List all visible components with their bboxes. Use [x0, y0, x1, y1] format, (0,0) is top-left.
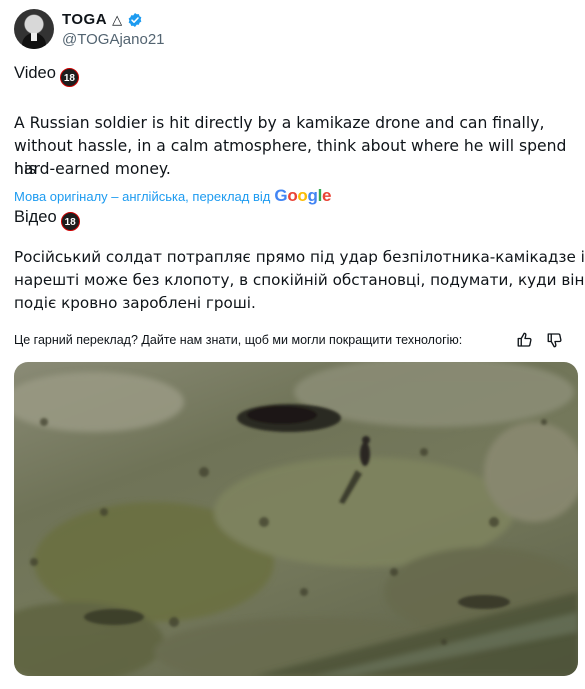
tweet-video[interactable] [14, 362, 578, 676]
author-name[interactable]: TOGA [62, 11, 107, 28]
author-handle[interactable]: @TOGAjano21 [62, 31, 165, 48]
translated-title-line: Відео 18 [14, 206, 80, 231]
avatar[interactable] [14, 9, 54, 49]
original-title: Video [14, 64, 56, 82]
translation-feedback-prompt: Це гарний переклад? Дайте нам знати, щоб… [14, 333, 463, 347]
original-body-line-1: A Russian soldier is hit directly by a k… [14, 114, 545, 132]
verified-badge-icon [128, 12, 142, 27]
thumbs-up-icon[interactable] [516, 331, 534, 349]
translation-attribution-text: Мова оригіналу – англійська, переклад ві… [14, 188, 271, 204]
video-frame [14, 362, 578, 676]
author-name-row: TOGA △ [62, 11, 143, 28]
translated-body-line-1: Російський солдат потрапляє прямо під уд… [14, 248, 585, 266]
original-body-line-3: hard-earned money. [14, 160, 171, 178]
age-restriction-18-icon: 18 [60, 212, 80, 231]
translated-body-line-2: нарешті може без клопоту, в спокійній об… [14, 271, 585, 289]
translated-body-line-3: подіє кровно зароблені гроші. [14, 294, 256, 312]
thumbs-down-icon[interactable] [546, 331, 564, 349]
original-title-line: Video 18 [14, 62, 79, 87]
translated-title: Відео [14, 208, 57, 226]
author-name-symbol: △ [112, 11, 123, 27]
translation-attribution[interactable]: Мова оригіналу – англійська, переклад ві… [14, 186, 331, 206]
google-logo: Google [274, 186, 332, 205]
age-restriction-18-icon: 18 [59, 68, 79, 87]
avatar-collar [31, 33, 37, 41]
